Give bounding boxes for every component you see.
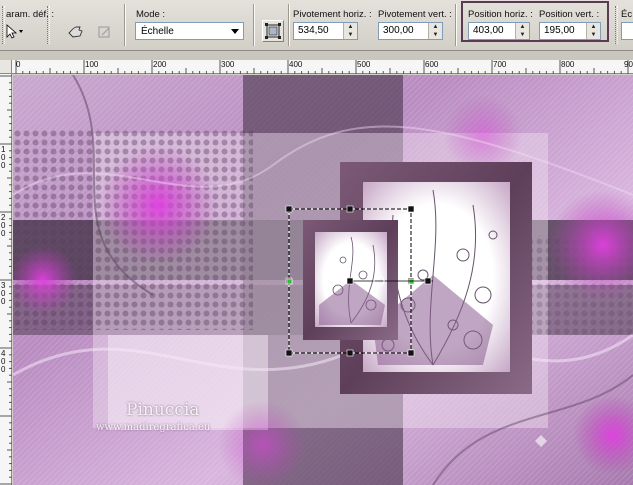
mode-label: Mode :	[136, 9, 166, 20]
ruler-left-ticks	[0, 75, 12, 485]
hand-icon	[68, 26, 83, 38]
arrow-down-icon[interactable]: ▼	[344, 31, 357, 39]
ruler-left-label: 4 0 0	[1, 349, 6, 374]
chevron-down-icon[interactable]	[227, 23, 243, 39]
mode-select[interactable]: Échelle	[135, 22, 244, 40]
ruler-top-label: 500	[357, 60, 371, 69]
arrow-cursor-icon	[6, 24, 23, 39]
watermark-site: www.madiregrafica.eu	[96, 422, 211, 433]
ruler-top: 0 100 200 300 400 500 600 700 800 900	[12, 60, 633, 74]
toolbar-grip[interactable]	[615, 6, 618, 44]
pivot-v-label: Pivotement vert. :	[378, 9, 452, 20]
ruler-top-label: 300	[221, 60, 235, 69]
pos-v-value: 195,00	[544, 25, 575, 36]
ruler-top-label: 600	[425, 60, 439, 69]
scale-label-cut: Éc	[621, 9, 633, 20]
arrow-down-icon[interactable]: ▼	[587, 31, 600, 39]
toolbar-grip[interactable]	[47, 6, 50, 44]
arrow-up-icon[interactable]: ▲	[429, 23, 442, 31]
ruler-top-label: 100	[85, 60, 99, 69]
ruler-corner	[0, 60, 12, 74]
pos-h-input[interactable]: 403,00 ▲ ▼	[468, 22, 530, 40]
ruler-top-label: 400	[289, 60, 303, 69]
pivot-h-stepper[interactable]: ▲ ▼	[343, 23, 357, 39]
workspace-gap	[0, 51, 633, 60]
arrow-up-icon[interactable]: ▲	[587, 23, 600, 31]
pivot-h-input[interactable]: 534,50 ▲ ▼	[293, 22, 358, 40]
pos-h-label: Position horiz. :	[468, 9, 533, 20]
ruler-left-label: 1 0 0	[1, 145, 6, 170]
ruler-left-label: 2 0 0	[1, 213, 6, 238]
ruler-top-label: 0	[16, 60, 21, 69]
ruler-top-label: 800	[561, 60, 575, 69]
pivot-v-input[interactable]: 300,00 ▲ ▼	[378, 22, 443, 40]
toolbar-separator	[455, 4, 457, 46]
ruler-top-label: 700	[493, 60, 507, 69]
scale-input-cut[interactable]	[621, 22, 633, 40]
toolbar-separator	[253, 4, 255, 46]
ruler-top-label: 200	[153, 60, 167, 69]
pos-v-stepper[interactable]: ▲ ▼	[586, 23, 600, 39]
mode-value: Échelle	[141, 25, 174, 37]
pivot-h-label: Pivotement horiz. :	[293, 9, 372, 20]
image-canvas[interactable]: Pinuccia www.madiregrafica.eu	[13, 75, 633, 485]
frame-icon	[265, 23, 281, 39]
pivot-v-value: 300,00	[383, 25, 414, 36]
reset-button[interactable]	[64, 22, 86, 42]
pivot-v-stepper[interactable]: ▲ ▼	[428, 23, 442, 39]
arrow-down-icon[interactable]: ▼	[429, 31, 442, 39]
arrow-up-icon[interactable]: ▲	[344, 23, 357, 31]
arrow-up-icon[interactable]: ▲	[516, 23, 529, 31]
pivot-h-value: 534,50	[298, 25, 329, 36]
watermark-name: Pinuccia	[126, 400, 200, 420]
pos-v-input[interactable]: 195,00 ▲ ▼	[539, 22, 601, 40]
toolbar-separator	[124, 4, 126, 46]
toolbar-separator	[288, 4, 290, 46]
pos-h-value: 403,00	[473, 25, 504, 36]
transform-icon	[98, 26, 110, 38]
ruler-top-ticks	[15, 60, 629, 74]
ruler-left: 1 0 0 2 0 0 3 0 0 4 0 0	[0, 74, 12, 485]
presets-dropdown[interactable]	[2, 22, 28, 40]
ruler-top-label: 900	[624, 60, 633, 69]
pos-v-label: Position vert. :	[539, 9, 600, 20]
tool-options-bar: aram. déf. : Mode : Échelle Pivotement h…	[0, 0, 633, 51]
apply-button[interactable]	[94, 22, 116, 42]
ruler-left-label: 3 0 0	[1, 281, 6, 306]
pick-transform-button[interactable]	[262, 20, 284, 42]
arrow-down-icon[interactable]: ▼	[516, 31, 529, 39]
pos-h-stepper[interactable]: ▲ ▼	[515, 23, 529, 39]
